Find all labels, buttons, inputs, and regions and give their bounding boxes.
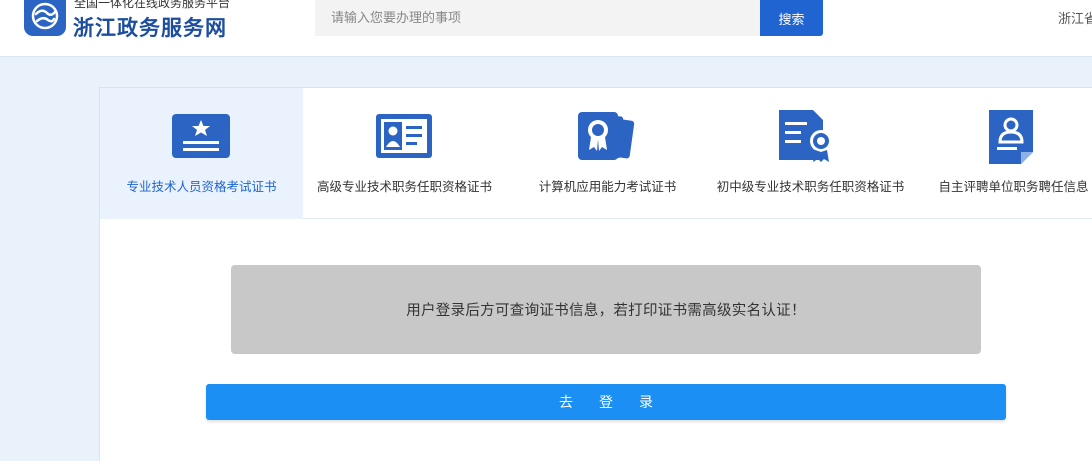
tab-self-appointment[interactable]: 自主评聘单位职务聘任信息	[912, 88, 1092, 219]
login-notice: 用户登录后方可查询证书信息，若打印证书需高级实名认证！	[231, 265, 981, 354]
tab-computer-skills[interactable]: 计算机应用能力考试证书	[506, 88, 709, 219]
tab-intermediate-title[interactable]: 初中级专业技术职务任职资格证书	[709, 88, 912, 219]
medal-cards-icon	[576, 108, 638, 164]
person-document-icon	[987, 108, 1035, 168]
tab-label: 初中级专业技术职务任职资格证书	[716, 179, 905, 194]
certificate-star-icon	[172, 108, 230, 162]
tab-label: 自主评聘单位职务聘任信息	[938, 179, 1089, 194]
search-button[interactable]: 搜索	[760, 0, 823, 36]
logo-subtitle: 全国一体化在线政务服务平台	[74, 0, 231, 10]
logo-icon[interactable]	[24, 0, 66, 36]
search-input[interactable]	[315, 0, 760, 36]
top-header: 全国一体化在线政务服务平台 浙江政务服务网 搜索 浙江省	[0, 0, 1092, 57]
tab-senior-title[interactable]: 高级专业技术职务任职资格证书	[303, 88, 506, 219]
region-link[interactable]: 浙江省	[1058, 8, 1092, 27]
logo-title[interactable]: 浙江政务服务网	[73, 12, 227, 42]
id-card-icon	[374, 108, 434, 162]
tab-label: 高级专业技术职务任职资格证书	[316, 179, 492, 194]
tab-label: 专业技术人员资格考试证书	[126, 179, 277, 194]
tab-professional-qualification[interactable]: 专业技术人员资格考试证书	[100, 88, 303, 219]
document-badge-icon	[777, 108, 839, 166]
certificate-panel: 专业技术人员资格考试证书 高级专业技术职务任职资格证书 计算机应用能力考试证书 …	[99, 87, 1092, 461]
certificate-tabs: 专业技术人员资格考试证书 高级专业技术职务任职资格证书 计算机应用能力考试证书 …	[100, 88, 1092, 219]
tab-label: 计算机应用能力考试证书	[538, 179, 677, 194]
login-button[interactable]: 去登录	[206, 384, 1006, 420]
notice-text: 用户登录后方可查询证书信息，若打印证书需高级实名认证！	[406, 303, 806, 319]
